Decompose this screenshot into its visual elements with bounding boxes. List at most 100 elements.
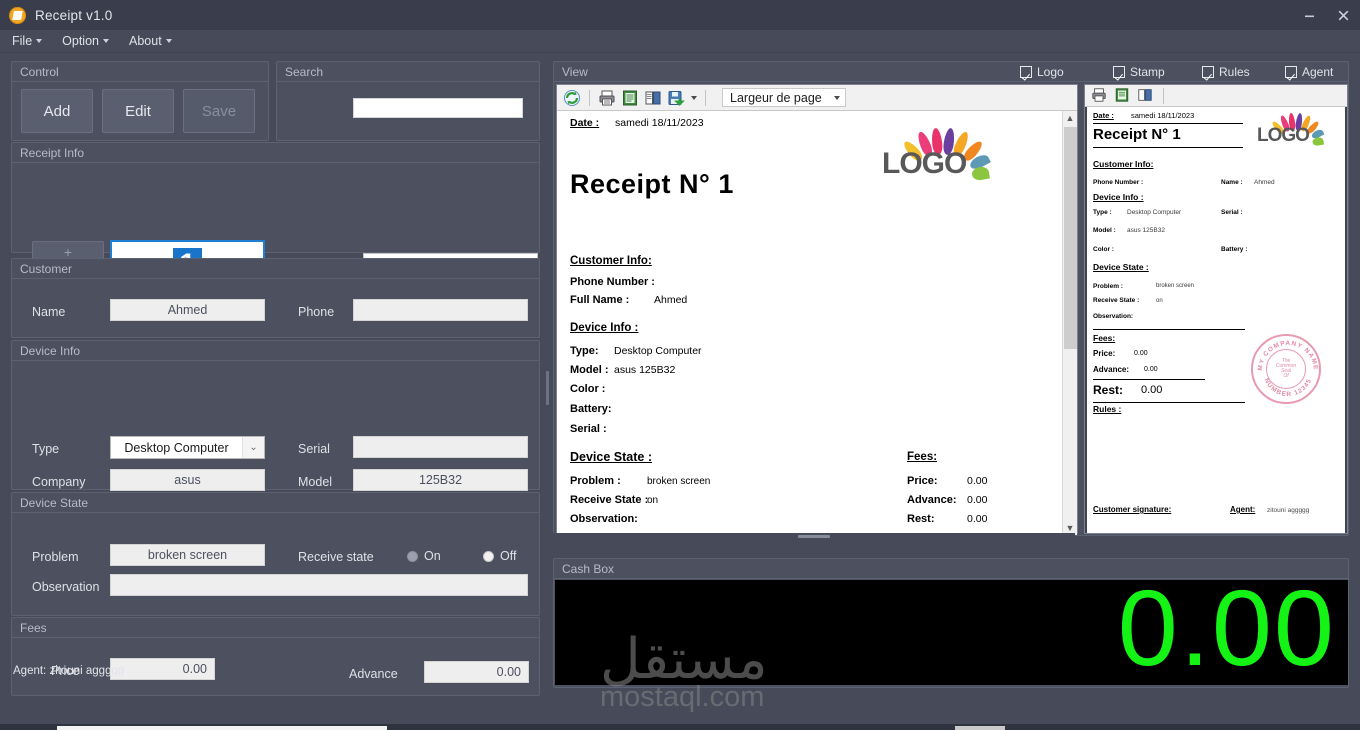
logo-checkbox[interactable]: Logo	[1020, 65, 1064, 79]
app-icon	[9, 7, 26, 24]
device-model-label: Model	[298, 475, 332, 489]
menu-option[interactable]: Option	[62, 34, 109, 48]
preview-scrollbar[interactable]: ▲ ▼	[1062, 111, 1077, 535]
observation-input[interactable]	[110, 574, 528, 596]
receipt-info-group-title: Receipt Info	[12, 143, 539, 163]
close-icon	[1337, 9, 1350, 22]
radio-icon	[407, 551, 418, 562]
customer-name-input[interactable]: Ahmed	[110, 299, 265, 321]
device-info-group-title: Device Info	[12, 341, 539, 361]
bottom-strip-segment	[57, 726, 387, 730]
splitter-grip	[798, 535, 830, 538]
thumb-observation-label: Observation:	[1093, 313, 1133, 320]
thumb-agent-value: zitouni aggggg	[1267, 507, 1309, 514]
window-controls	[1292, 0, 1360, 30]
report-logo-text: LOGO	[882, 147, 966, 181]
company-stamp: The Common Seal Of MY COMPANY NAME	[1251, 334, 1321, 404]
bottom-strip	[0, 724, 1360, 730]
report-fullname-label: Full Name :	[570, 294, 629, 306]
receive-on-label: On	[424, 549, 441, 563]
view-group: View Logo Stamp Rules Agent	[553, 61, 1349, 536]
menu-file[interactable]: File	[12, 34, 42, 48]
report-logo: LOGO	[882, 125, 1007, 185]
two-page-icon[interactable]	[1137, 87, 1155, 105]
horizontal-splitter[interactable]	[553, 533, 1075, 540]
toolbar-separator	[705, 90, 706, 106]
thumb-device-section: Device Info :	[1093, 192, 1144, 202]
device-state-group: Device State Problem broken screen Recei…	[11, 492, 540, 616]
two-page-icon[interactable]	[644, 89, 662, 107]
agent-checkbox[interactable]: Agent	[1285, 65, 1333, 79]
scroll-up-icon[interactable]: ▲	[1066, 111, 1075, 125]
report-advance-label: Advance:	[907, 494, 957, 506]
logo-checkbox-label: Logo	[1037, 65, 1064, 79]
search-input[interactable]	[353, 98, 523, 118]
receive-on-radio[interactable]: On	[407, 549, 441, 563]
device-model-input[interactable]: 125B32	[353, 469, 528, 491]
thumb-rules-section: Rules :	[1093, 404, 1121, 414]
zoom-mode-select[interactable]: Largeur de page	[722, 88, 846, 107]
thumb-receive-label: Receive State :	[1093, 297, 1139, 304]
report-rest-value: 0.00	[967, 513, 987, 525]
report-problem-label: Problem :	[570, 475, 621, 487]
report-date-value: samedi 18/11/2023	[615, 117, 704, 129]
problem-input[interactable]: broken screen	[110, 544, 265, 566]
cashbox-group-title: Cash Box	[554, 559, 1348, 579]
menu-about[interactable]: About	[129, 34, 172, 48]
chevron-down-icon[interactable]	[691, 96, 697, 100]
close-button[interactable]	[1326, 0, 1360, 30]
menu-option-label: Option	[62, 34, 99, 48]
page-setup-icon[interactable]	[1114, 87, 1132, 105]
minimize-button[interactable]	[1292, 0, 1326, 30]
print-icon[interactable]	[598, 89, 616, 107]
customer-group-title: Customer	[12, 259, 539, 279]
device-type-select[interactable]: Desktop Computer ⌄	[110, 436, 265, 459]
receive-off-radio[interactable]: Off	[483, 549, 516, 563]
page-setup-icon[interactable]	[621, 89, 639, 107]
customer-phone-input[interactable]	[353, 299, 528, 321]
print-icon[interactable]	[1091, 87, 1109, 105]
report-date-label: Date :	[570, 117, 599, 129]
thumb-model-label: Model :	[1093, 227, 1116, 234]
svg-text:NUMBER 12345: NUMBER 12345	[1263, 377, 1314, 398]
chevron-down-icon	[36, 39, 42, 43]
save-button[interactable]: Save	[183, 89, 255, 133]
checkbox-icon	[1020, 66, 1032, 78]
thumb-name-value: Ahmed	[1254, 179, 1275, 186]
stamp-checkbox[interactable]: Stamp	[1113, 65, 1165, 79]
workspace: Control Add Edit Save Search Receipt Inf…	[0, 53, 1360, 698]
thumb-divider	[1093, 402, 1245, 403]
device-serial-input[interactable]	[353, 436, 528, 458]
thumb-state-section: Device State :	[1093, 262, 1149, 272]
thumb-type-label: Type :	[1093, 209, 1112, 216]
chevron-down-icon[interactable]: ⌄	[242, 437, 264, 458]
report-receive-label: Receive State :	[570, 494, 648, 506]
thumb-signature-label: Customer signature:	[1093, 505, 1171, 514]
rules-checkbox-label: Rules	[1219, 65, 1250, 79]
thumb-date-value: samedi 18/11/2023	[1131, 111, 1194, 120]
report-receive-value: on	[647, 495, 658, 506]
customer-name-label: Name	[32, 305, 65, 319]
report-document: Date : samedi 18/11/2023 Receipt N° 1 LO…	[557, 111, 1062, 535]
checkbox-icon	[1113, 66, 1125, 78]
refresh-icon[interactable]	[563, 89, 581, 107]
rules-checkbox[interactable]: Rules	[1202, 65, 1250, 79]
minimize-icon	[1303, 9, 1316, 22]
control-group-title: Control	[12, 62, 268, 82]
scrollbar-thumb[interactable]	[1064, 127, 1077, 349]
report-advance-value: 0.00	[967, 494, 987, 506]
chevron-down-icon	[103, 39, 109, 43]
thumbnail-document: Date : samedi 18/11/2023 Receipt N° 1 LO…	[1087, 107, 1345, 533]
thumb-divider	[1093, 123, 1243, 124]
thumb-date-label: Date :	[1093, 111, 1114, 120]
device-company-input[interactable]: asus	[110, 469, 265, 491]
edit-button[interactable]: Edit	[102, 89, 174, 133]
receive-off-label: Off	[500, 549, 516, 563]
thumb-price-value: 0.00	[1134, 350, 1148, 357]
add-button[interactable]: Add	[21, 89, 93, 133]
status-bar: Agent: zitouni aggggg	[0, 665, 547, 681]
thumb-rest-value: 0.00	[1141, 384, 1162, 396]
export-icon[interactable]	[667, 89, 685, 107]
vertical-splitter[interactable]	[545, 348, 550, 428]
cashbox-value: 0.00	[1118, 580, 1336, 682]
